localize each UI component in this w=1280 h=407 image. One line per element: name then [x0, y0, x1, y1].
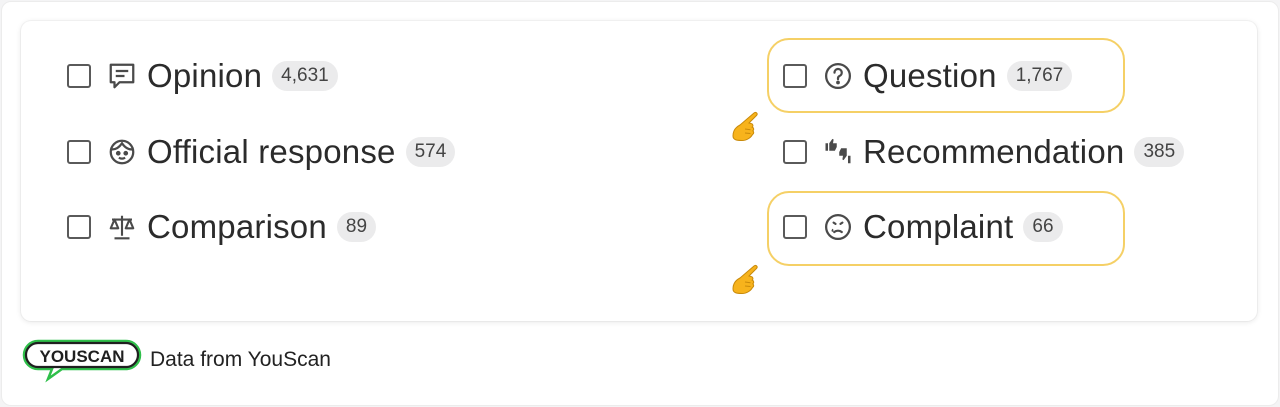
youscan-logo: YOUSCAN [22, 339, 142, 383]
question-highlight-outline [767, 38, 1125, 113]
official-response-label: Official response [147, 133, 396, 170]
pointing-hand-icon [732, 264, 758, 295]
source-text: Data from YouScan [150, 348, 331, 371]
recommendation-count-badge: 385 [1134, 137, 1185, 167]
face-icon [105, 135, 139, 169]
thumbs-up-down-icon [821, 135, 855, 169]
comparison-count-badge: 89 [336, 212, 377, 242]
recommendation-label: Recommendation [863, 133, 1125, 170]
attribution-footer: YOUSCAN Data from YouScan [22, 339, 331, 383]
speech-bubble-lines-icon [105, 59, 139, 93]
recommendation-checkbox[interactable] [783, 140, 807, 164]
category-opinion[interactable]: Opinion 4,631 [67, 54, 338, 98]
comparison-label: Comparison [147, 208, 327, 245]
logo-text: YOUSCAN [39, 347, 124, 366]
complaint-highlight-outline [767, 191, 1125, 266]
balance-scale-icon [105, 210, 139, 244]
official-response-count-badge: 574 [405, 137, 456, 167]
opinion-label: Opinion [147, 57, 263, 94]
opinion-checkbox[interactable] [67, 64, 91, 88]
official-response-checkbox[interactable] [67, 140, 91, 164]
comparison-checkbox[interactable] [67, 215, 91, 239]
opinion-count-badge: 4,631 [272, 61, 338, 91]
category-comparison[interactable]: Comparison 89 [67, 205, 377, 249]
pointing-hand-icon [732, 111, 758, 142]
category-filter-card: Opinion 4,631 Official response 574 Comp… [21, 21, 1257, 321]
category-official-response[interactable]: Official response 574 [67, 130, 456, 174]
category-recommendation[interactable]: Recommendation 385 [783, 130, 1185, 174]
